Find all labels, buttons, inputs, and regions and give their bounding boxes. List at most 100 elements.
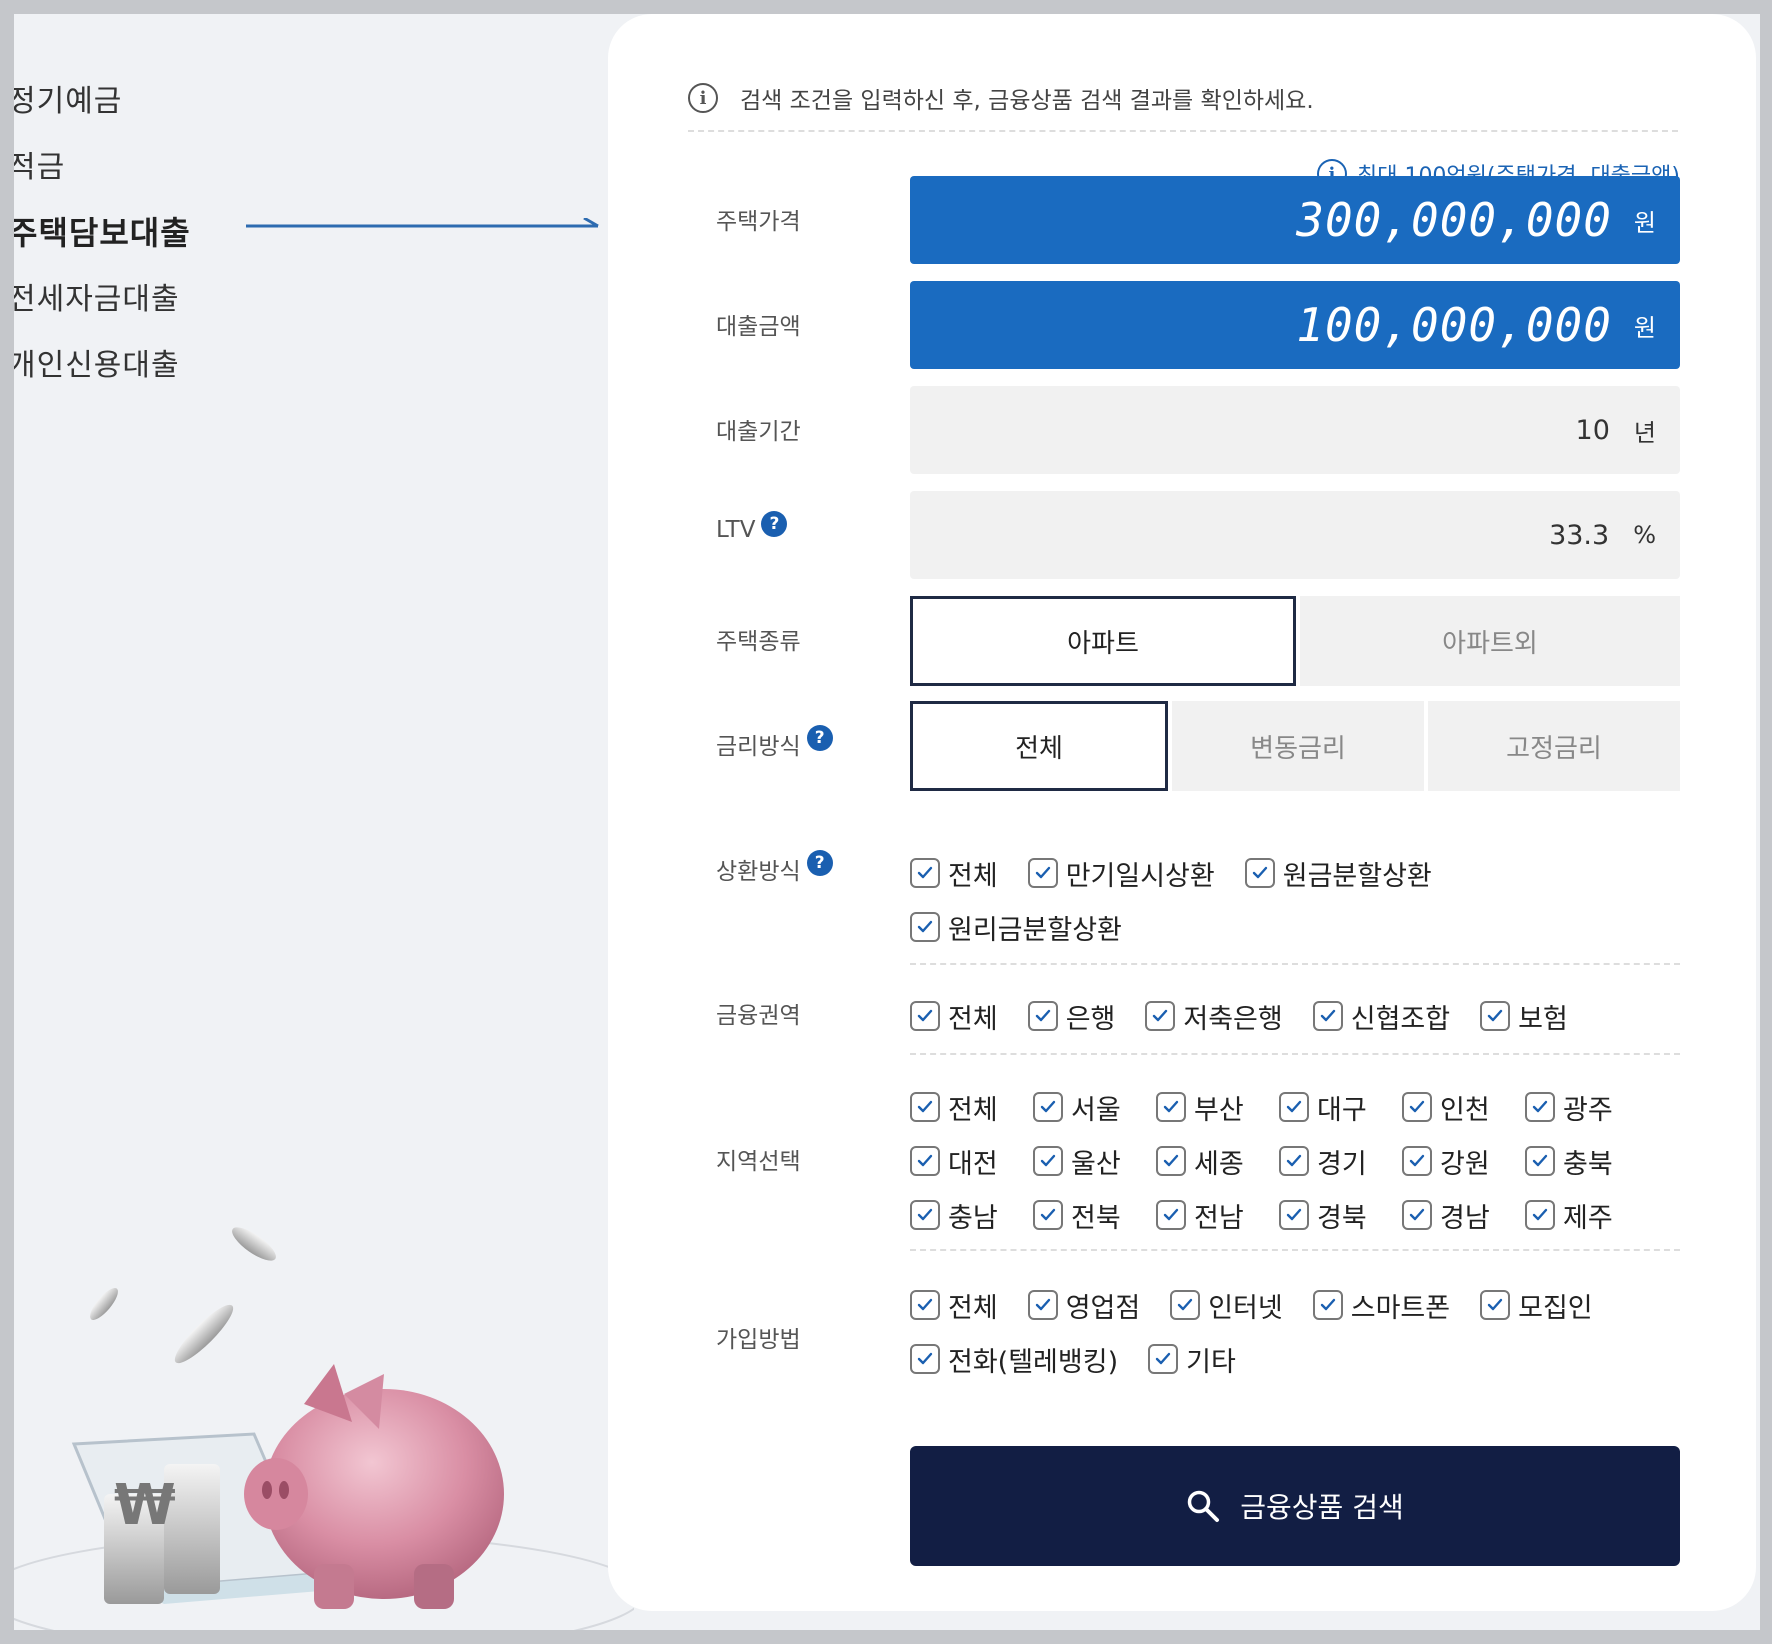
repayment-checkbox[interactable]: 전체: [910, 854, 998, 893]
nav-item-mortgage[interactable]: 주택담보대출: [14, 208, 191, 274]
region-checkbox[interactable]: 경북: [1279, 1196, 1402, 1235]
house-type-apartment[interactable]: 아파트: [910, 596, 1296, 686]
region-checkbox[interactable]: 대전: [910, 1142, 1033, 1181]
check-icon: [1402, 1200, 1432, 1230]
join-checkbox[interactable]: 인터넷: [1170, 1286, 1283, 1325]
help-icon[interactable]: ?: [806, 850, 833, 876]
checkbox-label: 경남: [1440, 1202, 1490, 1234]
check-icon: [1480, 1290, 1511, 1320]
rate-type-variable[interactable]: 변동금리: [1172, 701, 1424, 791]
join-checkbox[interactable]: 모집인: [1480, 1286, 1593, 1325]
help-icon[interactable]: ?: [806, 725, 833, 751]
search-button-label: 금융상품 검색: [1240, 1491, 1404, 1524]
join-checkbox[interactable]: 영업점: [1027, 1286, 1140, 1325]
region-checkbox[interactable]: 충남: [910, 1196, 1033, 1235]
sector-checks: 전체 은행 저축은행 신협조합 보험: [910, 989, 1680, 1043]
checkbox-label: 서울: [1071, 1094, 1121, 1126]
checkbox-row: 전화(텔레뱅킹) 기타: [910, 1332, 1680, 1386]
checkbox-label: 강원: [1440, 1148, 1490, 1180]
checkbox-label: 모집인: [1518, 1292, 1593, 1324]
region-checkbox[interactable]: 인천: [1402, 1088, 1525, 1127]
checkbox-label: 충남: [948, 1202, 998, 1234]
checkbox-label: 경기: [1317, 1148, 1367, 1180]
checkbox-row: 대전 울산 세종 경기 강원 충북: [910, 1134, 1680, 1188]
sector-checkbox[interactable]: 신협조합: [1312, 997, 1450, 1036]
loan-term-input[interactable]: 10 년: [910, 386, 1680, 474]
join-checkbox[interactable]: 스마트폰: [1312, 1286, 1451, 1325]
region-checkbox[interactable]: 광주: [1525, 1088, 1648, 1127]
join-checkbox[interactable]: 전화(텔레뱅킹): [910, 1340, 1118, 1379]
check-icon: [1525, 1092, 1555, 1122]
ltv-label-text: LTV: [716, 517, 756, 543]
rate-type-label: 금리방식 ?: [716, 725, 833, 761]
piggy-bank-illustration: ₩: [14, 1227, 634, 1630]
nav-item-deposit[interactable]: 정기예금: [14, 76, 191, 142]
checkbox-label: 스마트폰: [1350, 1292, 1451, 1324]
region-checkbox[interactable]: 부산: [1156, 1088, 1279, 1127]
region-checkbox[interactable]: 제주: [1525, 1196, 1648, 1235]
checkbox-label: 전체: [948, 1094, 998, 1126]
check-icon: [1148, 1344, 1179, 1374]
repayment-checkbox[interactable]: 만기일시상환: [1027, 854, 1215, 893]
divider: [910, 1053, 1680, 1055]
active-arrow-icon: [246, 218, 599, 228]
repayment-checkbox[interactable]: 원리금분할상환: [910, 908, 1122, 947]
check-icon: [910, 1344, 940, 1374]
checkbox-label: 대전: [948, 1148, 998, 1180]
nav-item-personal-loan[interactable]: 개인신용대출: [14, 340, 191, 406]
checkbox-label: 전체: [948, 860, 998, 892]
repayment-checks: 전체 만기일시상환 원금분할상환원리금분할상환: [910, 846, 1680, 954]
region-checkbox[interactable]: 경기: [1279, 1142, 1402, 1181]
house-price-value: 300,000,000: [1296, 193, 1612, 247]
info-icon: i: [688, 83, 718, 113]
check-icon: [1480, 1001, 1511, 1031]
check-icon: [1033, 1200, 1063, 1230]
checkbox-label: 인터넷: [1208, 1292, 1283, 1324]
search-button[interactable]: 금융상품 검색: [910, 1446, 1680, 1566]
check-icon: [1156, 1146, 1186, 1176]
repayment-checkbox[interactable]: 원금분할상환: [1244, 854, 1432, 893]
check-icon: [1525, 1146, 1555, 1176]
checkbox-label: 전체: [948, 1292, 998, 1324]
rate-type-fixed[interactable]: 고정금리: [1428, 701, 1680, 791]
region-checkbox[interactable]: 전체: [910, 1088, 1033, 1127]
house-price-label: 주택가격: [716, 202, 801, 236]
checkbox-label: 경북: [1317, 1202, 1367, 1234]
region-checkbox[interactable]: 대구: [1279, 1088, 1402, 1127]
check-icon: [1402, 1146, 1432, 1176]
region-checkbox[interactable]: 서울: [1033, 1088, 1156, 1127]
region-checks: 전체 서울 부산 대구 인천 광주대전 울산 세종 경기 강원 충북충남 전북 전남 경북 경남 제주: [910, 1080, 1680, 1242]
check-icon: [1312, 1001, 1343, 1031]
region-checkbox[interactable]: 충북: [1525, 1142, 1648, 1181]
nav-item-jeonse-loan[interactable]: 전세자금대출: [14, 274, 191, 340]
region-label-text: 지역선택: [716, 1149, 801, 1175]
region-checkbox[interactable]: 울산: [1033, 1142, 1156, 1181]
checkbox-label: 저축은행: [1183, 1003, 1283, 1035]
sector-checkbox[interactable]: 은행: [1027, 997, 1115, 1036]
help-icon[interactable]: ?: [761, 511, 788, 537]
check-icon: [1279, 1146, 1309, 1176]
house-type-non-apartment[interactable]: 아파트외: [1300, 596, 1680, 686]
check-icon: [1033, 1146, 1063, 1176]
checkbox-label: 원금분할상환: [1282, 860, 1432, 892]
nav-item-savings[interactable]: 적금: [14, 142, 191, 208]
region-checkbox[interactable]: 세종: [1156, 1142, 1279, 1181]
region-checkbox[interactable]: 전북: [1033, 1196, 1156, 1235]
check-icon: [1244, 858, 1275, 888]
region-checkbox[interactable]: 경남: [1402, 1196, 1525, 1235]
rate-type-all[interactable]: 전체: [910, 701, 1168, 791]
sector-checkbox[interactable]: 전체: [910, 997, 998, 1036]
sector-checkbox[interactable]: 보험: [1480, 997, 1568, 1036]
house-price-input[interactable]: 300,000,000 원: [910, 176, 1680, 264]
check-icon: [1027, 1290, 1058, 1320]
sector-checkbox[interactable]: 저축은행: [1145, 997, 1283, 1036]
rate-type-label-text: 금리방식: [716, 734, 801, 760]
join-checkbox[interactable]: 전체: [910, 1286, 998, 1325]
loan-amount-input[interactable]: 100,000,000 원: [910, 281, 1680, 369]
check-icon: [910, 912, 940, 942]
check-icon: [1033, 1092, 1063, 1122]
region-checkbox[interactable]: 강원: [1402, 1142, 1525, 1181]
region-checkbox[interactable]: 전남: [1156, 1196, 1279, 1235]
join-checkbox[interactable]: 기타: [1148, 1340, 1236, 1379]
check-icon: [1027, 858, 1058, 888]
